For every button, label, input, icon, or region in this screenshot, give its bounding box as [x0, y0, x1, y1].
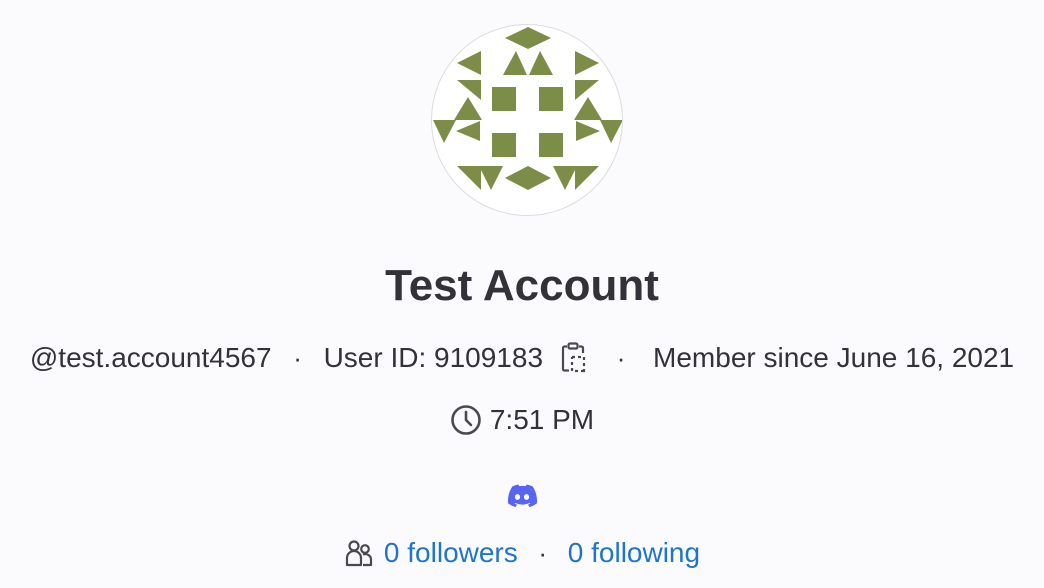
copy-to-clipboard-icon	[561, 342, 586, 373]
user-avatar	[431, 24, 623, 216]
followers-link[interactable]: 0 followers	[384, 537, 518, 569]
profile-local-time-row: 7:51 PM	[0, 401, 1044, 439]
separator-dot: ·	[616, 342, 626, 373]
follow-stats-row: 0 followers · 0 following	[0, 534, 1044, 572]
identicon-avatar-image	[433, 27, 622, 190]
separator-dot: ·	[538, 537, 548, 568]
following-link[interactable]: 0 following	[568, 537, 700, 569]
user-profile-header: Test Account @test.account4567 · User ID…	[0, 0, 1044, 588]
profile-user-id: User ID: 9109183	[323, 342, 544, 373]
discord-link[interactable]	[505, 478, 539, 512]
discord-icon	[507, 484, 538, 508]
social-links-row	[0, 478, 1044, 512]
users-icon	[344, 538, 374, 568]
profile-meta-row: @test.account4567 · User ID: 9109183 · M…	[0, 339, 1044, 377]
profile-username: @test.account4567	[29, 342, 272, 373]
profile-local-time: 7:51 PM	[489, 404, 595, 435]
profile-member-since: Member since June 16, 2021	[653, 342, 1015, 373]
profile-display-name: Test Account	[385, 261, 659, 310]
clock-icon	[450, 404, 482, 436]
copy-user-id-button[interactable]	[559, 341, 589, 375]
separator-dot: ·	[293, 342, 302, 373]
